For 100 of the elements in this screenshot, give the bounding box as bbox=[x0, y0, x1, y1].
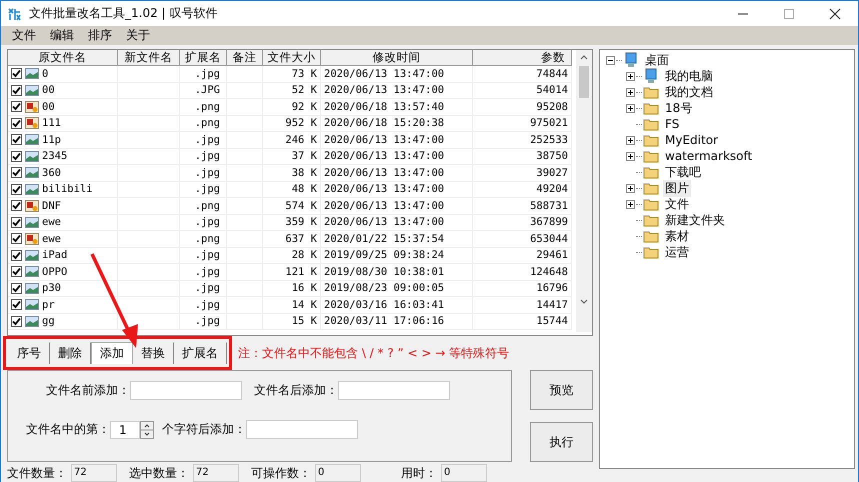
column-header[interactable]: 扩展名 bbox=[180, 50, 227, 66]
column-header[interactable]: 原文件名 bbox=[8, 50, 118, 66]
checkbox[interactable] bbox=[11, 167, 22, 178]
checkbox[interactable] bbox=[11, 150, 22, 162]
checkbox[interactable] bbox=[11, 84, 22, 96]
file-name: ewe bbox=[42, 216, 61, 228]
checkbox[interactable] bbox=[11, 266, 22, 278]
modified-time-cell: 2020/06/18 15:20:38 bbox=[321, 116, 473, 132]
column-header[interactable]: 新文件名 bbox=[118, 50, 180, 66]
checkbox[interactable] bbox=[11, 216, 22, 228]
checkbox[interactable] bbox=[11, 299, 22, 310]
modified-time-cell: 2020/03/11 17:06:16 bbox=[321, 314, 473, 330]
window-title: 文件批量改名工具_1.02 | 叹号软件 bbox=[29, 5, 218, 22]
extension-cell: .jpg bbox=[180, 66, 227, 82]
parameter-cell: 54014 bbox=[473, 82, 572, 99]
modified-time-cell: 2020/06/13 13:47:00 bbox=[321, 214, 473, 231]
extension-cell: .jpg bbox=[180, 297, 227, 314]
folder-icon bbox=[643, 229, 659, 243]
checkbox[interactable] bbox=[11, 134, 22, 146]
expand-toggle-icon[interactable] bbox=[626, 104, 635, 112]
checkbox[interactable] bbox=[11, 118, 22, 129]
extension-cell: .jpg bbox=[180, 314, 227, 330]
parameter-cell: 15744 bbox=[473, 314, 572, 330]
file-size-cell: 952 K bbox=[263, 116, 321, 132]
tab[interactable]: 扩展名 bbox=[174, 342, 227, 364]
column-header[interactable]: 备注 bbox=[227, 50, 263, 66]
file-name: 00 bbox=[42, 100, 55, 113]
menu-item[interactable]: 文件 bbox=[5, 27, 43, 44]
checkbox[interactable] bbox=[11, 250, 22, 261]
modified-time-cell: 2020/03/16 16:03:41 bbox=[321, 297, 473, 314]
insert-text-input[interactable] bbox=[246, 420, 358, 439]
image-file-icon bbox=[25, 250, 39, 261]
tree-item[interactable]: 我的电脑 bbox=[663, 68, 715, 84]
expand-toggle-icon[interactable] bbox=[626, 72, 635, 80]
file-name: pr bbox=[42, 298, 55, 311]
checkbox[interactable] bbox=[11, 316, 22, 327]
collapse-toggle-icon[interactable] bbox=[606, 56, 615, 64]
scrollbar[interactable] bbox=[576, 50, 592, 332]
tree-item[interactable]: 运营 bbox=[663, 244, 691, 260]
checkbox[interactable] bbox=[11, 68, 22, 80]
expand-toggle-icon[interactable] bbox=[626, 152, 635, 160]
column-header[interactable]: 参数 bbox=[473, 50, 572, 66]
file-size-cell: 37 K bbox=[263, 148, 321, 165]
spinner-arrows-icon[interactable] bbox=[140, 420, 154, 438]
status-value: 72 bbox=[193, 464, 239, 482]
parameter-cell: 588731 bbox=[473, 198, 572, 214]
menu-item[interactable]: 编辑 bbox=[43, 27, 81, 44]
field-label: 文件名前添加： bbox=[46, 382, 130, 399]
tree-item[interactable]: MyEditor bbox=[663, 133, 720, 147]
action-button[interactable]: 执行 bbox=[530, 422, 593, 462]
menu-item[interactable]: 排序 bbox=[81, 27, 119, 44]
tab[interactable]: 添加 bbox=[91, 342, 133, 364]
status-label: 文件数量： bbox=[7, 464, 67, 482]
expand-toggle-icon[interactable] bbox=[626, 200, 635, 208]
tree-item[interactable]: 我的文档 bbox=[663, 84, 715, 100]
checkbox[interactable] bbox=[11, 184, 22, 195]
checkbox[interactable] bbox=[11, 200, 22, 212]
tree-item[interactable]: watermarksoft bbox=[663, 149, 754, 163]
file-size-cell: 16 K bbox=[263, 280, 321, 297]
position-spinner[interactable]: 1 bbox=[110, 420, 140, 438]
column-header[interactable]: 文件大小 bbox=[263, 50, 321, 66]
extension-cell: .jpg bbox=[180, 148, 227, 165]
tree-item[interactable]: 桌面 bbox=[643, 52, 671, 68]
file-name: 00 bbox=[42, 84, 55, 96]
tree-item[interactable]: 图片 bbox=[663, 180, 691, 196]
file-size-cell: 52 K bbox=[263, 82, 321, 99]
tree-item[interactable]: 18号 bbox=[663, 100, 694, 116]
tab[interactable]: 序号 bbox=[9, 342, 50, 364]
image-file-icon bbox=[25, 68, 39, 80]
file-size-cell: 359 K bbox=[263, 214, 321, 231]
modified-time-cell: 2019/08/30 10:38:01 bbox=[321, 264, 473, 280]
expand-toggle-icon[interactable] bbox=[626, 88, 635, 96]
tree-item[interactable]: 新建文件夹 bbox=[663, 212, 727, 228]
field-label: 文件名后添加： bbox=[254, 382, 338, 399]
image-file-icon bbox=[25, 282, 39, 294]
tree-item[interactable]: FS bbox=[663, 117, 682, 131]
modified-time-cell: 2019/08/23 09:00:05 bbox=[321, 280, 473, 297]
suffix-input[interactable] bbox=[338, 381, 450, 400]
parameter-cell: 975021 bbox=[473, 116, 572, 132]
image-file-icon bbox=[25, 316, 39, 327]
file-name: p30 bbox=[42, 282, 61, 294]
checkbox[interactable] bbox=[11, 101, 22, 112]
folder-icon bbox=[643, 245, 659, 259]
action-button[interactable]: 预览 bbox=[530, 370, 593, 410]
parameter-cell: 95208 bbox=[473, 99, 572, 116]
tree-item[interactable]: 文件 bbox=[663, 196, 691, 212]
checkbox[interactable] bbox=[11, 282, 22, 294]
tree-item[interactable]: 素材 bbox=[663, 228, 691, 244]
column-header[interactable]: 修改时间 bbox=[321, 50, 473, 66]
menu-item[interactable]: 关于 bbox=[119, 27, 157, 44]
checkbox[interactable] bbox=[11, 233, 22, 244]
expand-toggle-icon[interactable] bbox=[626, 184, 635, 192]
expand-toggle-icon[interactable] bbox=[626, 136, 635, 144]
file-name: ewe bbox=[42, 232, 61, 245]
parameter-cell: 16796 bbox=[473, 280, 572, 297]
tab[interactable]: 替换 bbox=[133, 342, 174, 364]
prefix-input[interactable] bbox=[130, 381, 242, 400]
tree-item[interactable]: 下载吧 bbox=[663, 164, 703, 180]
file-name: DNF bbox=[42, 200, 61, 212]
close-icon[interactable] bbox=[829, 8, 841, 20]
